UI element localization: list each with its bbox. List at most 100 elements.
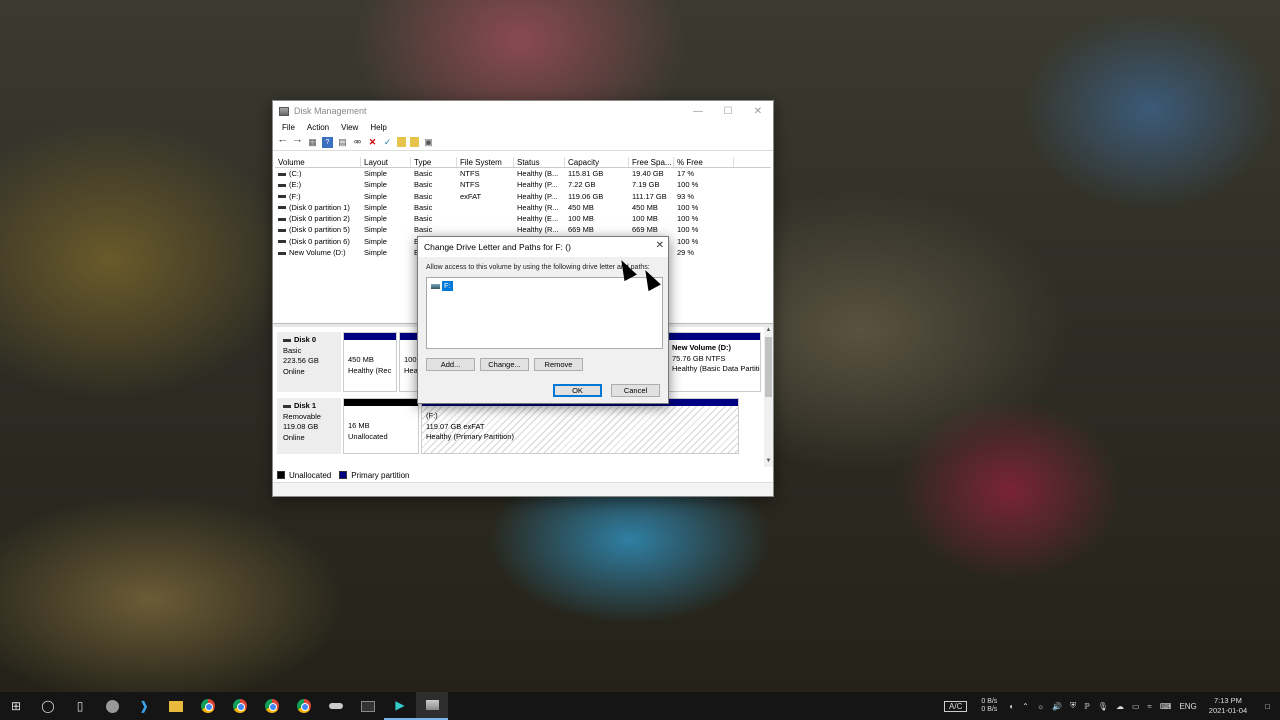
volume-name-cell: New Volume (D:) — [275, 247, 361, 258]
task-view-button[interactable]: ▯ — [64, 692, 96, 720]
help-icon[interactable]: ? — [322, 136, 333, 148]
column-volume[interactable]: Volume — [275, 157, 361, 167]
volume-icon[interactable]: 🔊 — [1048, 702, 1066, 711]
minimize-button[interactable]: — — [683, 101, 713, 121]
table-row[interactable]: (E:) Simple Basic NTFS Healthy (P... 7.22 GB 7… — [275, 179, 771, 190]
disk0-label[interactable]: Disk 0 Basic 223.56 GB Online — [277, 332, 341, 392]
table-cell: 93 % — [677, 191, 695, 201]
start-button[interactable]: ⊞ — [0, 692, 32, 720]
cloud-icon[interactable]: ☁ — [1112, 702, 1128, 711]
night-light-icon[interactable]: ◐ — [1005, 702, 1018, 711]
table-row[interactable]: (F:) Simple Basic exFAT Healthy (P... 119.06 … — [275, 191, 771, 202]
taskbar-app-drive[interactable] — [320, 692, 352, 720]
cancel-button[interactable]: Cancel — [611, 384, 660, 397]
drive-icon — [431, 283, 440, 289]
column-file-system[interactable]: File System — [457, 157, 514, 167]
menu-file[interactable]: File — [276, 123, 301, 132]
wifi-icon[interactable]: ≈ — [1144, 702, 1156, 711]
disk0-type: Basic — [283, 345, 302, 355]
search-button[interactable]: ◯ — [32, 692, 64, 720]
scroll-up-icon[interactable]: ▲ — [764, 327, 773, 336]
volume-name-cell: (C:) — [275, 168, 361, 179]
disk1-state: Online — [283, 432, 305, 442]
scroll-thumb[interactable] — [765, 337, 772, 397]
dialog-close-icon[interactable]: ✕ — [656, 240, 664, 251]
menu-action[interactable]: Action — [301, 123, 335, 132]
graphical-view-scrollbar[interactable]: ▲ ▼ — [764, 327, 773, 467]
back-arrow-icon[interactable]: 🠐 — [277, 136, 288, 148]
taskbar-app-terminal[interactable] — [352, 692, 384, 720]
show-hidden-icons-chevron-icon[interactable]: ⌃ — [1018, 702, 1033, 711]
change-button[interactable]: Change... — [480, 358, 529, 371]
connect-icon[interactable]: ⚮ — [352, 137, 363, 148]
table-row[interactable]: (Disk 0 partition 1) Simple Basic Healthy (… — [275, 202, 771, 213]
ok-button[interactable]: OK — [553, 384, 602, 397]
table-row[interactable]: (Disk 0 partition 5) Simple Basic Healthy (… — [275, 224, 771, 235]
properties-icon[interactable]: ▤ — [337, 137, 348, 148]
column-status[interactable]: Status — [514, 157, 565, 167]
taskbar-app-explorer[interactable] — [160, 692, 192, 720]
scroll-down-icon[interactable]: ▼ — [764, 458, 773, 467]
taskbar-app-chrome-3[interactable] — [256, 692, 288, 720]
volume-name: (Disk 0 partition 5) — [289, 225, 350, 235]
volume-name: (F:) — [289, 191, 301, 201]
bluetooth-icon[interactable]: ℙ — [1080, 702, 1094, 711]
column-capacity[interactable]: Capacity — [565, 157, 629, 167]
disk1-label[interactable]: Disk 1 Removable 119.08 GB Online — [277, 398, 341, 454]
taskbar-app-disk-management[interactable] — [416, 692, 448, 720]
table-row[interactable]: (C:) Simple Basic NTFS Healthy (B... 115.81 G… — [275, 168, 771, 179]
taskbar-app-edge[interactable]: ❱ — [128, 692, 160, 720]
taskbar-app-chrome-1[interactable] — [192, 692, 224, 720]
keyboard-icon[interactable]: ⌨ — [1156, 702, 1176, 711]
disk0-partition-d[interactable]: New Volume (D:) 75.76 GB NTFS Healthy (B… — [667, 332, 761, 392]
taskbar-app-settings[interactable] — [96, 692, 128, 720]
battery-icon[interactable]: ▭ — [1128, 702, 1144, 711]
ac-indicator[interactable]: A/C — [944, 700, 968, 712]
partition-size: 16 MB — [348, 421, 370, 430]
add-button[interactable]: Add... — [426, 358, 475, 371]
table-cell: Simple — [364, 248, 387, 258]
column-percent-free[interactable]: % Free — [674, 157, 734, 167]
remove-button[interactable]: Remove — [534, 358, 583, 371]
drive-paths-list[interactable]: F: — [426, 277, 663, 349]
disk1-unallocated[interactable]: 16 MB Unallocated — [343, 398, 419, 454]
menu-view[interactable]: View — [335, 123, 364, 132]
taskbar-app-chrome-4[interactable] — [288, 692, 320, 720]
table-cell — [457, 224, 514, 235]
table-row[interactable]: (Disk 0 partition 2) Simple Basic Healthy (… — [275, 213, 771, 224]
disk1-partition-f[interactable]: (F:) 119.07 GB exFAT Healthy (Primary Pa… — [421, 398, 739, 454]
list-item[interactable]: F: — [431, 281, 453, 291]
table-cell: NTFS — [460, 169, 480, 178]
taskbar-app-media[interactable]: ▶ — [384, 692, 416, 720]
menu-bar: File Action View Help — [273, 121, 773, 134]
table-cell: Simple — [364, 214, 387, 224]
disk0-partition-1[interactable]: 450 MB Healthy (Rec — [343, 332, 397, 392]
table-cell: Healthy (B... — [517, 169, 559, 178]
maximize-button[interactable]: ☐ — [713, 101, 743, 121]
taskbar-app-chrome-2[interactable] — [224, 692, 256, 720]
clock-date: 2021-01-04 — [1208, 706, 1248, 715]
check-icon[interactable]: ✓ — [382, 137, 393, 148]
menu-help[interactable]: Help — [364, 123, 392, 132]
open-folder-icon[interactable] — [397, 137, 406, 147]
unallocated-bar — [344, 399, 418, 406]
view-icon[interactable]: ▣ — [423, 137, 434, 148]
column-free-space[interactable]: Free Spa... — [629, 157, 674, 167]
delete-icon[interactable]: ✕ — [367, 137, 378, 148]
dialog-title[interactable]: Change Drive Letter and Paths for F: () — [418, 237, 668, 257]
security-icon[interactable]: ⛨ — [1066, 701, 1080, 711]
disk-icon — [283, 404, 291, 408]
column-layout[interactable]: Layout — [361, 157, 411, 167]
forward-arrow-icon[interactable]: 🠒 — [292, 136, 303, 148]
microphone-icon[interactable]: 🎙 — [1094, 702, 1112, 711]
language-indicator[interactable]: ENG — [1175, 702, 1200, 711]
volume-name-cell: (Disk 0 partition 5) — [275, 224, 361, 235]
clock[interactable]: 7:13 PM 2021-01-04 — [1201, 696, 1255, 716]
media-app-icon: ▶ — [395, 698, 405, 712]
notification-center-icon[interactable]: □ — [1255, 702, 1280, 711]
close-button[interactable]: ✕ — [743, 101, 773, 121]
search-folder-icon[interactable] — [410, 137, 419, 147]
show-hide-console-tree-icon[interactable]: ▦ — [307, 137, 318, 148]
column-type[interactable]: Type — [411, 157, 457, 167]
brightness-icon[interactable]: ☼ — [1033, 702, 1048, 711]
